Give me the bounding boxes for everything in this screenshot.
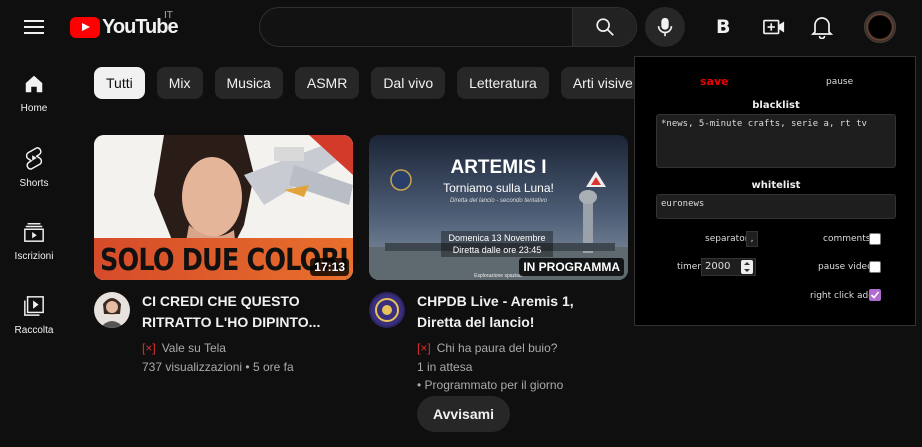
pause-button[interactable]: pause: [826, 77, 853, 87]
video-title[interactable]: CI CREDI CHE QUESTO RITRATTO L'HO DIPINT…: [142, 291, 342, 333]
sidebar-item-label: Iscrizioni: [14, 250, 54, 262]
notify-me-button[interactable]: Avvisami: [417, 396, 510, 432]
thumbnail-subtitle: Torniamo sulla Luna!: [443, 181, 554, 195]
timer-value: 2000: [705, 261, 731, 272]
channel-avatar-image: [100, 298, 124, 328]
timer-spinner[interactable]: [741, 260, 753, 274]
create-video-button[interactable]: [763, 17, 785, 42]
top-bar: YouTube IT B: [0, 0, 922, 56]
filter-chips: Tutti Mix Musica ASMR Dal vivo Letteratu…: [94, 67, 645, 99]
voice-search-button[interactable]: [645, 7, 685, 47]
video-card[interactable]: ARTEMIS I Torniamo sulla Luna! Diretta d…: [369, 135, 628, 432]
timer-label: timer: [677, 262, 702, 272]
whitelist-label: whitelist: [751, 180, 801, 191]
menu-icon[interactable]: [22, 16, 46, 40]
sidebar-item-subscriptions[interactable]: Iscrizioni: [0, 204, 68, 278]
notifications-button[interactable]: [810, 15, 834, 44]
pause-video-checkbox[interactable]: [869, 261, 881, 273]
comments-checkbox[interactable]: [869, 233, 881, 245]
right-click-add-checkbox[interactable]: [869, 289, 881, 301]
home-icon: [25, 75, 43, 92]
chip-mix[interactable]: Mix: [156, 67, 203, 99]
chip-letteratura[interactable]: Letteratura: [457, 67, 549, 99]
scheduled-text: • Programmato per il giorno: [417, 378, 564, 392]
shorts-icon: [25, 146, 43, 170]
video-add-icon: [763, 19, 785, 35]
filter-extension-panel: save pause blacklist *news, 5-minute cra…: [634, 56, 916, 326]
channel-name[interactable]: Vale su Tela: [162, 341, 226, 355]
separator-label: separator: [705, 234, 749, 244]
search-icon: [595, 18, 614, 36]
subscriptions-icon: [24, 222, 44, 242]
sidebar: Home Shorts Iscrizioni Raccolta: [0, 56, 68, 352]
channel-name[interactable]: Chi ha paura del buio?: [437, 341, 558, 355]
sidebar-item-shorts[interactable]: Shorts: [0, 130, 68, 204]
chip-tutti[interactable]: Tutti: [94, 67, 145, 99]
chip-musica[interactable]: Musica: [214, 67, 283, 99]
pause-video-label: pause video: [818, 262, 873, 272]
search-button[interactable]: [572, 8, 636, 46]
block-channel-icon[interactable]: [×]: [417, 341, 431, 355]
thumbnail-title: ARTEMIS I: [450, 157, 547, 178]
video-card[interactable]: SOLO DUE COLORI 17:13 CI CREDI CHE QUEST…: [94, 135, 353, 374]
video-title[interactable]: CHPDB Live - Aremis 1, Diretta del lanci…: [417, 291, 617, 333]
extension-b-button[interactable]: B: [716, 16, 730, 38]
sidebar-item-home[interactable]: Home: [0, 56, 68, 130]
channel-line: [×] Vale su Tela: [142, 341, 226, 355]
bell-icon: [810, 17, 834, 40]
video-duration: 17:13: [310, 258, 349, 276]
blacklist-textarea[interactable]: *news, 5-minute crafts, serie a, rt tv: [656, 114, 896, 168]
sidebar-item-label: Shorts: [19, 177, 49, 189]
thumbnail-date-box: Domenica 13 Novembre Diretta dalle ore 2…: [441, 231, 553, 257]
right-click-add-label: right click add: [810, 291, 874, 301]
waiting-count: 1 in attesa: [417, 360, 473, 374]
thumbnail-small-text: Diretta del lancio - secondo tentativo: [449, 198, 548, 204]
video-thumbnail[interactable]: ARTEMIS I Torniamo sulla Luna! Diretta d…: [369, 135, 628, 280]
search-box[interactable]: [259, 7, 637, 47]
comments-label: comments: [823, 234, 871, 244]
save-button[interactable]: save: [700, 75, 729, 88]
block-channel-icon[interactable]: [×]: [142, 341, 156, 355]
thumbnail-date: Domenica 13 Novembre: [448, 233, 546, 243]
video-stats: 737 visualizzazioni • 5 ore fa: [142, 360, 294, 374]
chip-dal-vivo[interactable]: Dal vivo: [371, 67, 446, 99]
library-icon: [24, 295, 44, 316]
sidebar-item-library[interactable]: Raccolta: [0, 278, 68, 352]
mic-icon: [657, 17, 673, 37]
thumbnail-time: Diretta dalle ore 23:45: [452, 245, 542, 255]
separator-input[interactable]: ,: [746, 231, 758, 247]
chip-asmr[interactable]: ASMR: [294, 67, 360, 99]
timer-input[interactable]: 2000: [701, 258, 756, 276]
sidebar-item-label: Home: [20, 102, 48, 114]
country-code: IT: [164, 10, 173, 21]
blacklist-label: blacklist: [752, 100, 800, 111]
channel-avatar-image: [371, 294, 403, 326]
channel-line: [×] Chi ha paura del buio?: [417, 341, 557, 355]
checkmark-icon: [870, 291, 880, 299]
youtube-play-icon: [70, 16, 100, 38]
sidebar-item-label: Raccolta: [14, 324, 54, 336]
channel-avatar[interactable]: [94, 292, 130, 328]
whitelist-textarea[interactable]: euronews: [656, 194, 896, 219]
account-avatar[interactable]: [864, 11, 896, 43]
upcoming-badge: IN PROGRAMMA: [519, 258, 624, 276]
channel-avatar[interactable]: [369, 292, 405, 328]
upload-age: 5 ore fa: [252, 360, 294, 374]
view-count: 737 visualizzazioni: [142, 360, 243, 374]
video-thumbnail[interactable]: SOLO DUE COLORI 17:13: [94, 135, 353, 280]
chip-arti-visive[interactable]: Arti visive: [560, 67, 645, 99]
youtube-logo[interactable]: YouTube: [70, 14, 179, 40]
